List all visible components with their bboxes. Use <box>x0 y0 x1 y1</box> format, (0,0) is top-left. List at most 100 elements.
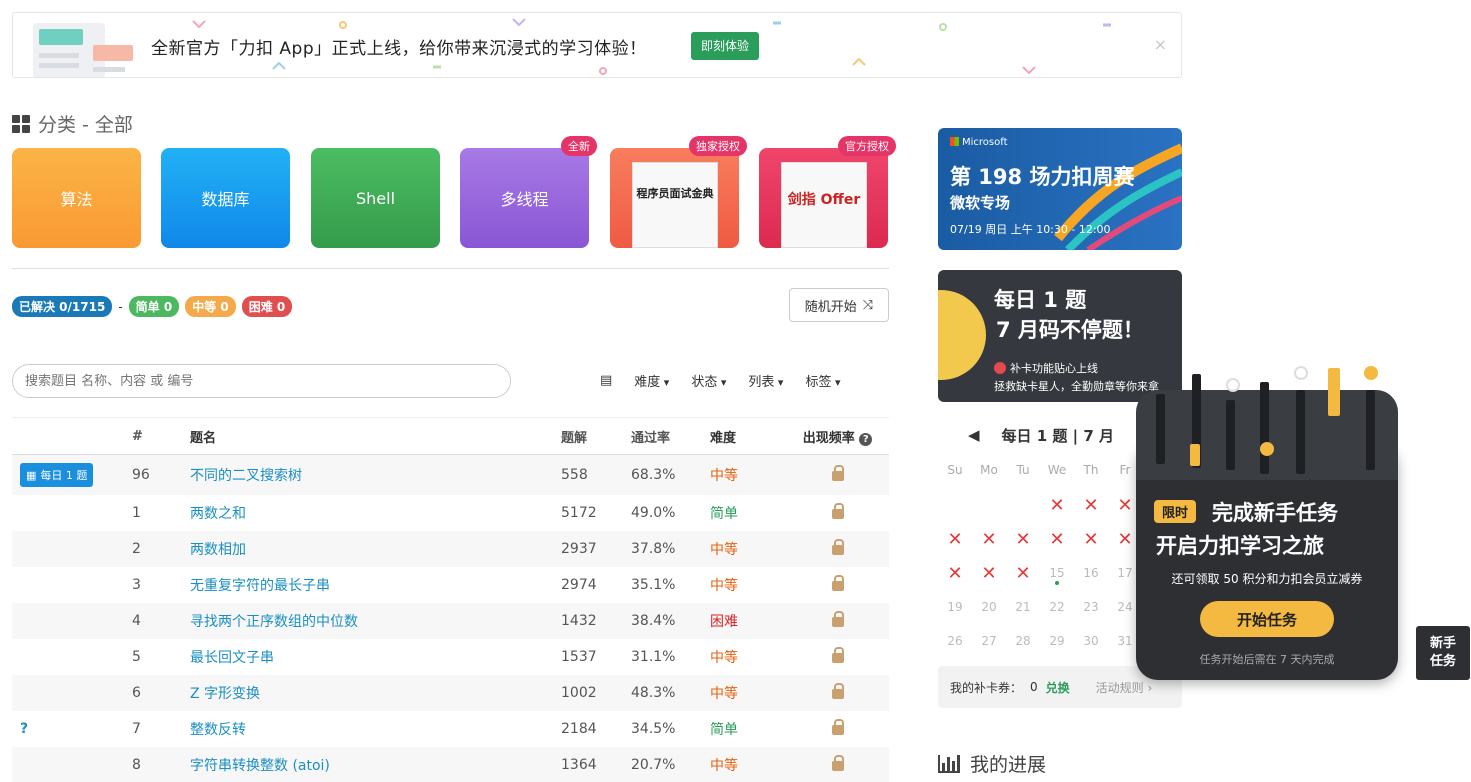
popup-note: 任务开始后需在 7 天内完成 <box>1199 653 1335 666</box>
close-icon[interactable]: × <box>1154 35 1167 54</box>
filter-bar: ▤ 难度 状态 列表 标签 <box>600 371 840 390</box>
calendar-day: 23 <box>1083 600 1099 614</box>
card-database[interactable]: 数据库 <box>161 148 290 248</box>
announcement-banner: 全新官方「力扣 App」正式上线，给你带来沉浸式的学习体验！ 即刻体验 × <box>12 12 1182 78</box>
problem-title-link[interactable]: 寻找两个正序数组的中位数 <box>190 611 561 631</box>
table-row[interactable]: 3 无重复字符的最长子串 2974 35.1% 中等 <box>12 567 889 603</box>
lock-icon <box>831 755 844 771</box>
gold-bar-icon <box>1190 444 1200 466</box>
start-task-button[interactable]: 开始任务 <box>1200 601 1334 637</box>
try-now-button[interactable]: 即刻体验 <box>691 32 760 60</box>
problem-title-link[interactable]: 不同的二叉搜索树 <box>190 465 561 485</box>
search-input[interactable] <box>12 364 511 398</box>
decoration-bar <box>1226 400 1235 470</box>
problem-difficulty: 中等 <box>710 542 738 558</box>
table-row[interactable]: 6 Z 字形变换 1002 48.3% 中等 <box>12 675 889 711</box>
missed-day-icon[interactable]: ✕ <box>1040 488 1074 522</box>
card-algorithm[interactable]: 算法 <box>12 148 141 248</box>
rules-link[interactable]: 活动规则 › <box>1096 679 1153 696</box>
table-row[interactable]: 2 两数相加 2937 37.8% 中等 <box>12 531 889 567</box>
file-icon[interactable]: ▤ <box>600 373 612 388</box>
weekday-label: Mo <box>980 463 998 477</box>
problem-title-link[interactable]: 字符串转换整数 (atoi) <box>190 755 561 775</box>
missed-day-icon[interactable]: ✕ <box>1074 488 1108 522</box>
table-row[interactable]: ? 7 整数反转 2184 34.5% 简单 <box>12 711 889 747</box>
problem-title-link[interactable]: 两数相加 <box>190 539 561 559</box>
missed-day-icon[interactable]: ✕ <box>1006 522 1040 556</box>
banner-text: 全新官方「力扣 App」正式上线，给你带来沉浸式的学习体验！ <box>151 39 647 59</box>
newbie-task-popup[interactable]: 限时 完成新手任务 开启力扣学习之旅 还可领取 50 积分和力扣会员立减券 开始… <box>1136 360 1398 680</box>
header-rate[interactable]: 通过率 <box>631 427 710 446</box>
calendar-day: 21 <box>1015 600 1031 614</box>
promo-line2: 7 月码不停题！ <box>996 318 1144 342</box>
limited-badge: 限时 <box>1154 500 1197 523</box>
problem-id: 1 <box>132 505 141 521</box>
card-concurrency[interactable]: 多线程 全新 <box>460 136 597 248</box>
table-row[interactable]: 5 最长回文子串 1537 31.1% 中等 <box>12 639 889 675</box>
filter-status[interactable]: 状态 <box>691 371 726 390</box>
calendar-day: 22 <box>1049 600 1065 614</box>
table-row[interactable]: 1 两数之和 5172 49.0% 简单 <box>12 495 889 531</box>
calendar-day: 20 <box>981 600 997 614</box>
lock-icon <box>831 539 844 555</box>
weekday-label: Tu <box>1016 463 1030 477</box>
problem-title-link[interactable]: Z 字形变换 <box>190 683 561 703</box>
newbie-task-button[interactable]: 新手 任务 <box>1416 626 1470 680</box>
missed-day-icon[interactable]: ✕ <box>1006 556 1040 590</box>
header-frequency[interactable]: 出现频率 ? <box>786 427 889 446</box>
header-difficulty[interactable]: 难度 <box>710 427 786 446</box>
filter-tags[interactable]: 标签 <box>805 371 840 390</box>
missed-day-icon[interactable]: ✕ <box>938 556 972 590</box>
calendar-day-today[interactable]: 15 <box>1040 556 1074 590</box>
problem-title-link[interactable]: 两数之和 <box>190 503 561 523</box>
lock-icon <box>831 465 844 481</box>
problem-id: 3 <box>132 577 141 593</box>
problem-rate: 34.5% <box>631 721 676 737</box>
contest-title: 第 198 场力扣周赛 <box>950 165 1135 189</box>
calendar-day <box>1006 488 1040 522</box>
header-title[interactable]: 题名 <box>190 427 561 446</box>
problem-title-link[interactable]: 整数反转 <box>190 719 561 739</box>
missed-day-icon[interactable]: ✕ <box>938 522 972 556</box>
header-solutions[interactable]: 题解 <box>561 427 631 446</box>
problem-difficulty: 简单 <box>710 506 738 522</box>
problem-difficulty: 中等 <box>710 650 738 666</box>
calendar-day: 28 <box>1015 634 1031 648</box>
problem-difficulty: 中等 <box>710 686 738 702</box>
exchange-link[interactable]: 兑换 <box>1046 679 1070 696</box>
problem-id: 5 <box>132 649 141 665</box>
prev-month-icon[interactable]: ◀ <box>968 426 980 444</box>
new-dot-icon <box>994 362 1006 374</box>
popup-heading-1: 完成新手任务 <box>1212 501 1338 525</box>
help-icon[interactable]: ? <box>859 432 873 446</box>
lock-icon <box>831 683 844 699</box>
problem-solutions: 2184 <box>561 721 597 737</box>
weekday-label: Th <box>1083 463 1099 477</box>
calendar-day: 27 <box>981 634 997 648</box>
missed-day-icon[interactable]: ✕ <box>972 556 1006 590</box>
table-row[interactable]: ▦ 每日 1 题 96 不同的二叉搜索树 558 68.3% 中等 <box>12 455 889 495</box>
card-book-interview[interactable]: 程序员面试金典 独家授权 <box>610 136 747 248</box>
calendar-day: 16 <box>1083 566 1099 580</box>
card-book-offer[interactable]: 剑指 Offer 官方授权 <box>759 136 896 248</box>
problem-title-link[interactable]: 无重复字符的最长子串 <box>190 575 561 595</box>
filter-difficulty[interactable]: 难度 <box>634 371 669 390</box>
table-row[interactable]: 8 字符串转换整数 (atoi) 1364 20.7% 中等 <box>12 747 889 782</box>
book-cover-image: 程序员面试金典 <box>632 162 718 248</box>
calendar-day: 19 <box>947 600 963 614</box>
missed-day-icon[interactable]: ✕ <box>972 522 1006 556</box>
filter-list[interactable]: 列表 <box>748 371 783 390</box>
missed-day-icon[interactable]: ✕ <box>1074 522 1108 556</box>
table-row[interactable]: 4 寻找两个正序数组的中位数 1432 38.4% 困难 <box>12 603 889 639</box>
coin-icon <box>1260 442 1274 456</box>
random-start-button[interactable]: 随机开始 ⤨ <box>789 288 889 322</box>
problem-solutions: 1537 <box>561 649 597 665</box>
daily-badge[interactable]: ▦ 每日 1 题 <box>20 463 94 487</box>
missed-day-icon[interactable]: ✕ <box>1040 522 1074 556</box>
weekday-label: Su <box>947 463 963 477</box>
card-shell[interactable]: Shell <box>311 148 440 248</box>
header-id[interactable]: # <box>132 429 190 444</box>
newbie-line2: 任务 <box>1429 654 1456 669</box>
weekly-contest-promo[interactable]: Microsoft 第 198 场力扣周赛 微软专场 07/19 周日 上午 1… <box>938 128 1182 250</box>
problem-title-link[interactable]: 最长回文子串 <box>190 647 561 667</box>
